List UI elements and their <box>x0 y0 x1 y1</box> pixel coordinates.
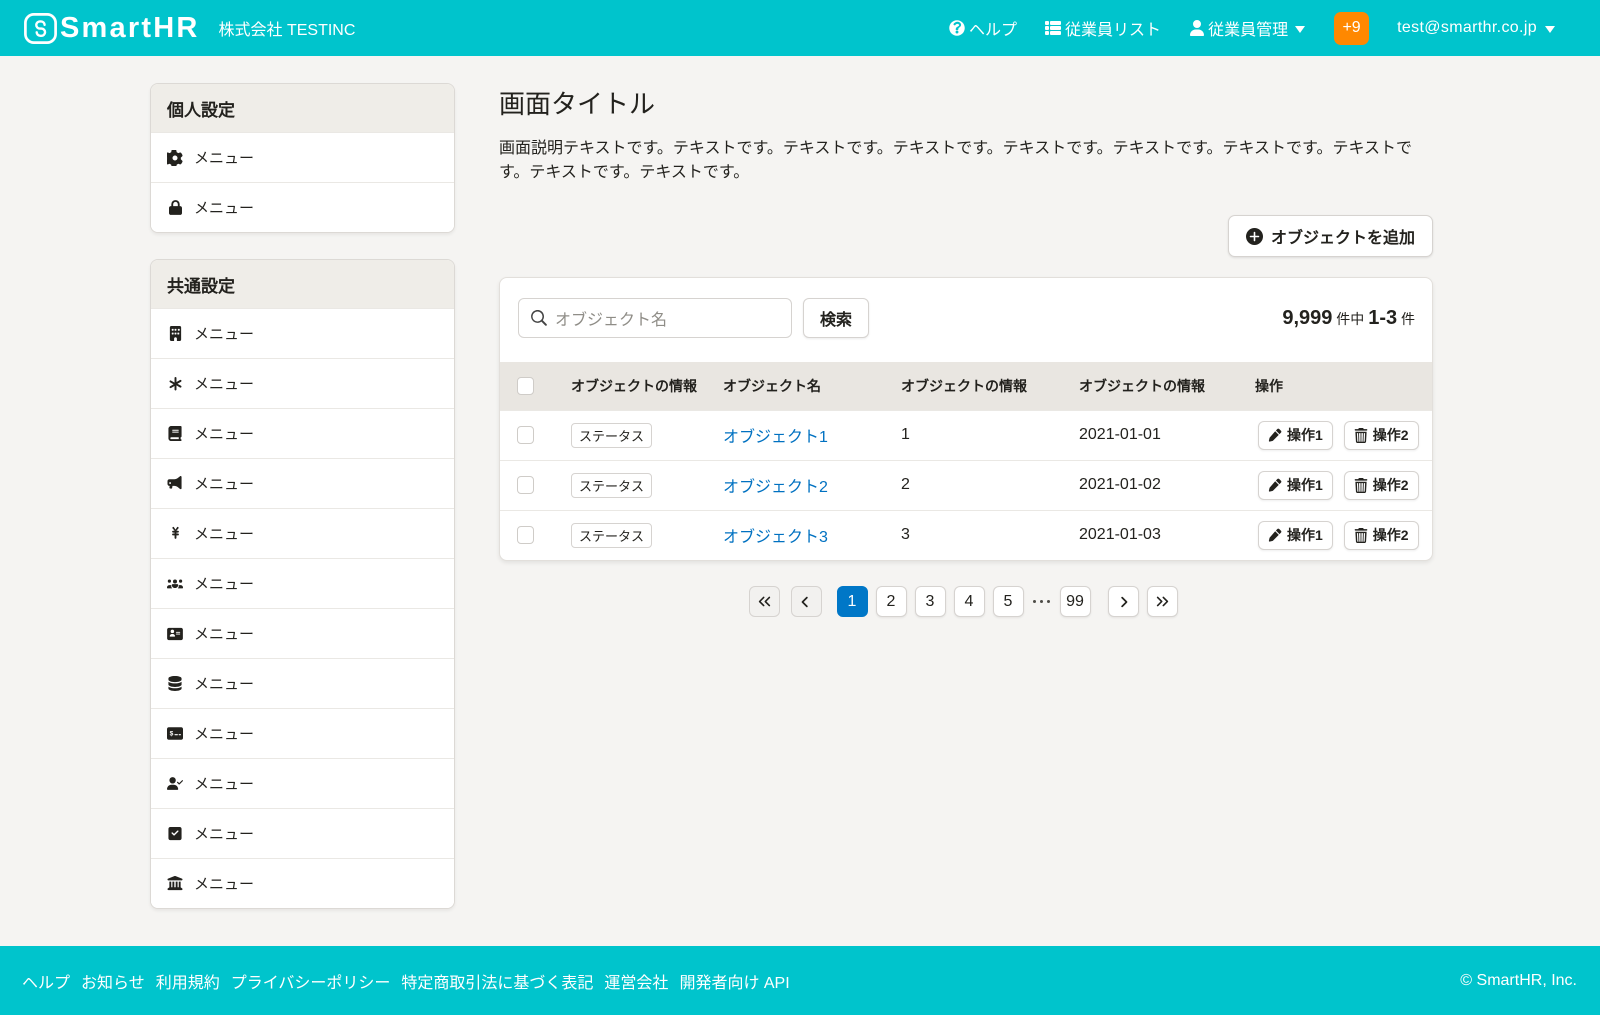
svg-text:$: $ <box>170 731 174 738</box>
